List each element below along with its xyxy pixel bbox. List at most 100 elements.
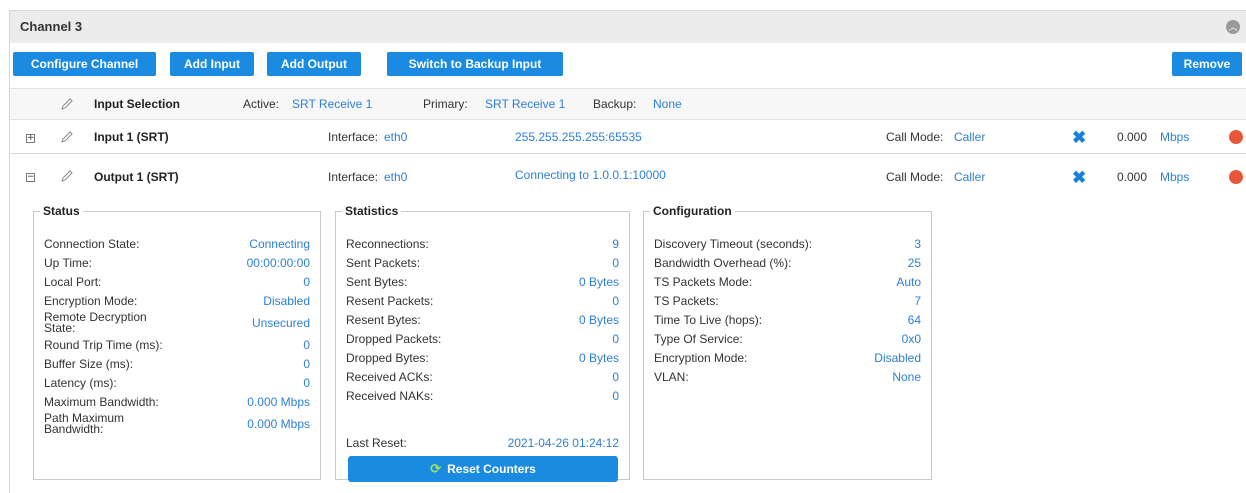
add-input-button[interactable]: Add Input xyxy=(170,52,254,76)
configuration-item-row: Discovery Timeout (seconds): 3 xyxy=(654,236,921,252)
collapse-icon[interactable]: ︿ xyxy=(1226,20,1240,34)
rate-unit: Mbps xyxy=(1160,130,1190,144)
call-mode-label: Call Mode: xyxy=(886,170,944,184)
statistics-item-value: 0 xyxy=(612,332,619,346)
status-item-value: Connecting xyxy=(249,237,310,251)
status-item-value: 00:00:00:00 xyxy=(246,256,310,270)
statistics-item-row: Sent Packets: 0 xyxy=(346,255,619,271)
statistics-item-row: Resent Bytes: 0 Bytes xyxy=(346,312,619,328)
interface-value: eth0 xyxy=(384,130,408,144)
collapse-row-icon[interactable]: − xyxy=(26,173,35,182)
statistics-legend: Statistics xyxy=(345,204,399,218)
backup-label: Backup: xyxy=(593,97,637,111)
close-icon[interactable]: ✖ xyxy=(1072,129,1086,146)
status-item-row: Local Port: 0 xyxy=(44,274,310,290)
pencil-icon[interactable] xyxy=(60,169,74,183)
refresh-icon: ⟳ xyxy=(430,461,442,476)
configure-channel-button[interactable]: Configure Channel xyxy=(13,52,156,76)
pencil-icon[interactable] xyxy=(60,130,74,144)
statistics-item-row: Sent Bytes: 0 Bytes xyxy=(346,274,619,290)
status-item-value: Unsecured xyxy=(251,316,310,330)
status-item-row: Remote Decryption State: Unsecured xyxy=(44,310,310,338)
expand-icon[interactable]: + xyxy=(26,134,35,143)
configuration-item-label: VLAN: xyxy=(654,370,689,384)
configuration-item-label: TS Packets Mode: xyxy=(654,275,753,289)
close-icon[interactable]: ✖ xyxy=(1072,169,1086,186)
status-item-value: 0 xyxy=(303,376,310,390)
status-item-row: Round Trip Time (ms): 0 xyxy=(44,337,310,353)
statistics-item-row: Dropped Packets: 0 xyxy=(346,331,619,347)
primary-value: SRT Receive 1 xyxy=(485,97,566,111)
active-value: SRT Receive 1 xyxy=(292,97,373,111)
configuration-item-label: Time To Live (hops): xyxy=(654,313,763,327)
status-item-label: Round Trip Time (ms): xyxy=(44,338,163,352)
interface-label: Interface: xyxy=(328,170,379,184)
statistics-item-label: Received ACKs: xyxy=(346,370,433,384)
configuration-item-value: 7 xyxy=(914,294,921,308)
statistics-item-label: Dropped Packets: xyxy=(346,332,442,346)
status-item-row: Up Time: 00:00:00:00 xyxy=(44,255,310,271)
last-reset-label: Last Reset: xyxy=(346,436,407,450)
statistics-item-row: Received NAKs: 0 xyxy=(346,388,619,404)
statistics-item-row: Received ACKs: 0 xyxy=(346,369,619,385)
status-item-row: Connection State: Connecting xyxy=(44,236,310,252)
statistics-panel: Statistics Reconnections: 9 Sent Packets: 0… xyxy=(335,204,630,482)
statistics-item-value: 0 Bytes xyxy=(578,351,619,365)
input-selection-title: Input Selection xyxy=(94,97,181,111)
statistics-item-value: 0 xyxy=(612,294,619,308)
configuration-legend: Configuration xyxy=(653,204,732,218)
statistics-item-label: Sent Bytes: xyxy=(346,275,408,289)
status-legend: Status xyxy=(43,204,80,218)
statistics-item-label: Resent Packets: xyxy=(346,294,434,308)
configuration-panel: Configuration Discovery Timeout (seconds… xyxy=(643,204,932,480)
call-mode-label: Call Mode: xyxy=(886,130,944,144)
configuration-item-label: TS Packets: xyxy=(654,294,719,308)
status-item-value: 0 xyxy=(303,357,310,371)
configuration-item-value: 25 xyxy=(907,256,921,270)
input-address: 255.255.255.255:65535 xyxy=(515,130,642,144)
statistics-item-value: 0 xyxy=(612,256,619,270)
status-item-label: Encryption Mode: xyxy=(44,294,138,308)
configuration-item-value: Auto xyxy=(896,275,921,289)
statistics-item-row: Resent Packets: 0 xyxy=(346,293,619,309)
pencil-icon[interactable] xyxy=(60,97,74,111)
call-mode-value: Caller xyxy=(954,130,986,144)
call-mode-value: Caller xyxy=(954,170,986,184)
channel-header: Channel 3 ︿ xyxy=(10,11,1246,43)
status-item-row: Encryption Mode: Disabled xyxy=(44,293,310,309)
output-1-row: − Output 1 (SRT) Interface: eth0 Connect… xyxy=(10,162,1246,192)
input-selection-row: Input Selection Active: SRT Receive 1 Pr… xyxy=(10,88,1246,120)
status-item-value: 0 xyxy=(303,275,310,289)
rate-value: 0.000 xyxy=(1117,170,1148,184)
status-item-label: Buffer Size (ms): xyxy=(44,357,134,371)
backup-value: None xyxy=(653,97,682,111)
status-item-label: Connection State: xyxy=(44,237,140,251)
statistics-item-value: 0 xyxy=(612,370,619,384)
configuration-item-row: TS Packets: 7 xyxy=(654,293,921,309)
configuration-item-label: Bandwidth Overhead (%): xyxy=(654,256,792,270)
interface-label: Interface: xyxy=(328,130,379,144)
statistics-item-label: Resent Bytes: xyxy=(346,313,421,327)
configuration-item-value: 3 xyxy=(914,237,921,251)
configuration-item-row: Bandwidth Overhead (%): 25 xyxy=(654,255,921,271)
remove-button[interactable]: Remove xyxy=(1172,52,1242,76)
last-reset-value: 2021-04-26 01:24:12 xyxy=(507,436,619,450)
status-item-value: 0.000 Mbps xyxy=(247,395,310,409)
status-item-row: Buffer Size (ms): 0 xyxy=(44,356,310,372)
add-output-button[interactable]: Add Output xyxy=(267,52,361,76)
input-1-title: Input 1 (SRT) xyxy=(94,130,169,144)
statistics-item-value: 9 xyxy=(612,237,619,251)
configuration-item-row: Time To Live (hops): 64 xyxy=(654,312,921,328)
configuration-item-row: VLAN: None xyxy=(654,369,921,385)
statistics-item-label: Dropped Bytes: xyxy=(346,351,429,365)
switch-backup-input-button[interactable]: Switch to Backup Input xyxy=(387,52,563,76)
output-1-title: Output 1 (SRT) xyxy=(94,170,179,184)
configuration-item-row: Encryption Mode: Disabled xyxy=(654,350,921,366)
statistics-item-label: Received NAKs: xyxy=(346,389,434,403)
statistics-item-row: Dropped Bytes: 0 Bytes xyxy=(346,350,619,366)
reset-counters-button[interactable]: ⟳ Reset Counters xyxy=(348,456,618,482)
channel-title: Channel 3 xyxy=(20,19,83,34)
status-item-label: Remote Decryption State: xyxy=(44,310,147,335)
status-panel: Status Connection State: Connecting Up Tim… xyxy=(33,204,321,480)
status-item-value: 0 xyxy=(303,338,310,352)
